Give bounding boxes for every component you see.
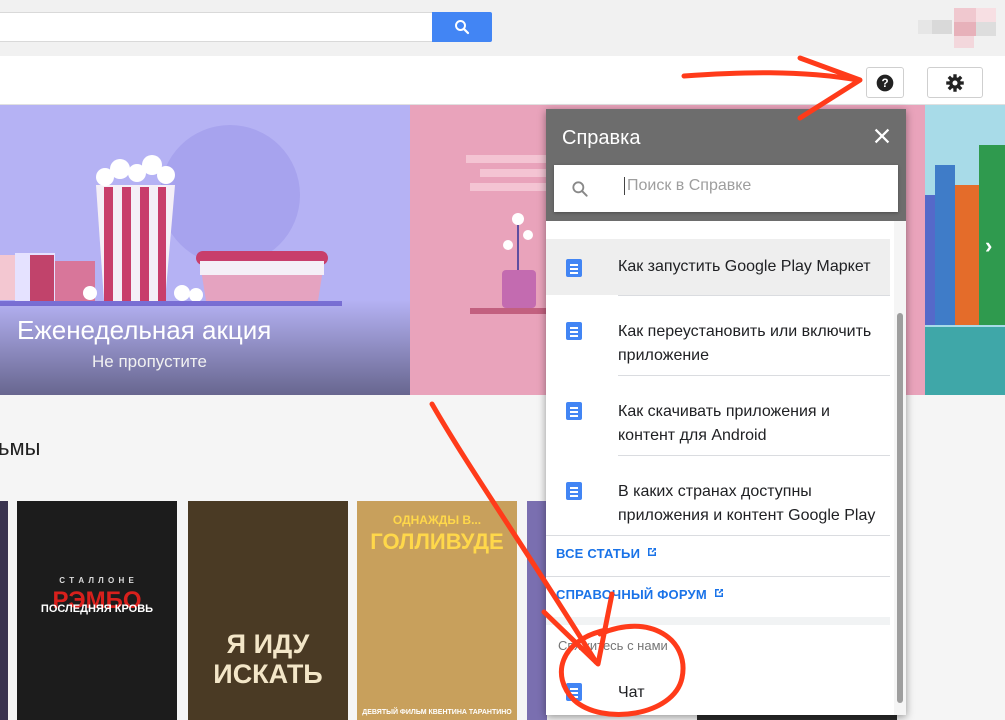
search-icon	[572, 181, 588, 197]
search-input[interactable]	[0, 12, 434, 42]
poster-caption: ДЕВЯТЫЙ ФИЛЬМ КВЕНТИНА ТАРАНТИНО	[362, 709, 512, 716]
help-body: Как запустить Google Play Маркет Как пер…	[546, 221, 906, 715]
all-articles-link[interactable]: ВСЕ СТАТЬИ	[556, 546, 658, 561]
help-article-label: Как запустить Google Play Маркет	[618, 258, 871, 275]
poster-subtitle: ПОСЛЕДНЯЯ КРОВЬ	[40, 603, 154, 615]
all-articles-label: ВСЕ СТАТЬИ	[556, 546, 641, 561]
poster-top-text: С Т А Л Л О Н Е	[59, 576, 135, 585]
banner-slide-weekly[interactable]: Еженедельная акция Не пропустите	[0, 105, 410, 395]
poster-title: ГОЛЛИВУДЕ	[370, 529, 504, 554]
help-forum-label: СПРАВОЧНЫЙ ФОРУМ	[556, 587, 707, 602]
help-forum-link[interactable]: СПРАВОЧНЫЙ ФОРУМ	[556, 587, 725, 602]
contact-heading: Свяжитесь с нами	[558, 638, 668, 653]
banner-slide-3[interactable]: ›	[925, 105, 1005, 395]
close-icon[interactable]	[871, 125, 893, 147]
external-link-icon	[714, 589, 723, 597]
external-link-icon	[648, 548, 657, 556]
help-search-input[interactable]: Поиск в Справке	[624, 177, 751, 195]
help-header: Справка Поиск в Справке	[546, 109, 906, 221]
poster-card-rambo[interactable]: С Т А Л Л О Н Е РЭМБО ПОСЛЕДНЯЯ КРОВЬ	[17, 501, 177, 720]
poster-card[interactable]	[0, 501, 8, 720]
help-icon: ?	[876, 74, 894, 91]
poster-card[interactable]	[527, 501, 547, 720]
help-search-box[interactable]: Поиск в Справке	[554, 165, 898, 212]
document-icon	[566, 482, 582, 500]
section-title: ьмы	[0, 435, 41, 460]
poster-title: Я ИДУ ИСКАТЬ	[213, 629, 323, 689]
chat-option[interactable]: Чат	[546, 671, 890, 715]
help-scrollbar[interactable]	[894, 221, 906, 715]
help-article[interactable]: В каких странах доступны приложения и ко…	[546, 456, 890, 536]
poster-card-hollywood[interactable]: ОДНАЖДЫ В... ГОЛЛИВУДЕ ДЕВЯТЫЙ ФИЛЬМ КВЕ…	[357, 501, 517, 720]
banner-subtitle: Не пропустите	[92, 352, 207, 371]
document-icon	[566, 322, 582, 340]
help-article-label: В каких странах доступны приложения и ко…	[618, 483, 876, 524]
document-icon	[566, 402, 582, 420]
search-icon	[455, 20, 470, 35]
books-illustration	[925, 145, 1005, 395]
scrollbar-thumb[interactable]	[897, 313, 903, 703]
help-article-label: Как скачивать приложения и контент для A…	[618, 403, 830, 444]
top-bar	[0, 0, 1005, 56]
help-article[interactable]: Как скачивать приложения и контент для A…	[546, 376, 890, 456]
chat-label: Чат	[618, 684, 645, 701]
avatar[interactable]	[918, 8, 996, 48]
poster-top-text: ОДНАЖДЫ В...	[392, 513, 482, 527]
document-icon	[566, 683, 582, 701]
help-article[interactable]: Как запустить Google Play Маркет	[546, 239, 890, 295]
banner-next-arrow[interactable]: ›	[985, 233, 992, 259]
settings-button[interactable]	[927, 67, 983, 98]
help-article-label: Как переустановить или включить приложен…	[618, 323, 872, 364]
svg-text:?: ?	[881, 77, 888, 90]
toolbar: ?	[0, 56, 1005, 105]
gear-icon	[946, 73, 964, 92]
help-button[interactable]: ?	[866, 67, 904, 98]
help-panel: Справка Поиск в Справке Как запустить Go…	[546, 109, 906, 715]
help-title: Справка	[562, 127, 641, 149]
help-article[interactable]: Как переустановить или включить приложен…	[546, 296, 890, 376]
document-icon	[566, 259, 582, 277]
search-button[interactable]	[432, 12, 492, 42]
poster-card-ready[interactable]: Я ИДУ ИСКАТЬ	[188, 501, 348, 720]
banner-title: Еженедельная акция	[17, 315, 272, 345]
